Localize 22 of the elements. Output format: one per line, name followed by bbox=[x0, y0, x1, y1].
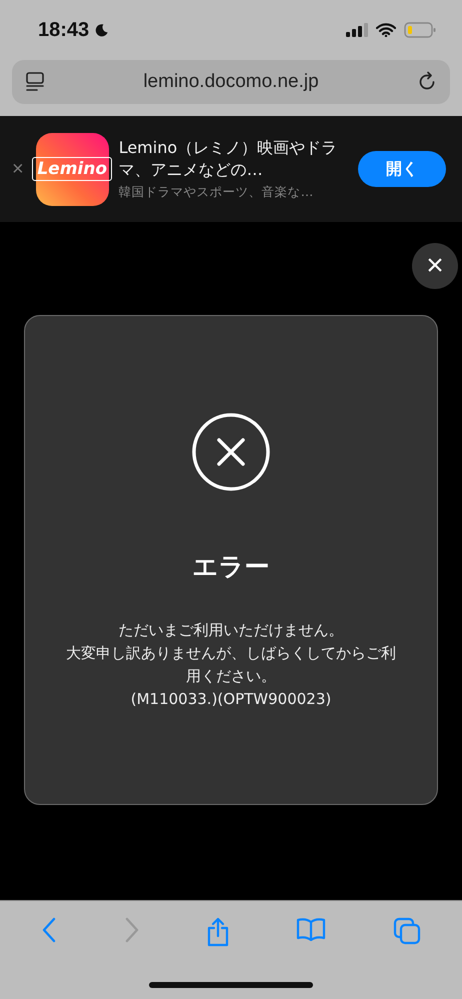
reader-icon[interactable] bbox=[24, 71, 46, 93]
moon-icon bbox=[94, 22, 110, 38]
book-icon[interactable] bbox=[296, 917, 326, 941]
tabs-icon[interactable] bbox=[392, 917, 421, 945]
error-icon bbox=[191, 412, 271, 492]
close-button[interactable]: × bbox=[412, 243, 458, 289]
app-title: Lemino（レミノ）映画やドラマ、アニメなどの… bbox=[118, 137, 338, 181]
close-button[interactable]: × bbox=[10, 158, 26, 180]
app-subtitle: 韓国ドラマやスポーツ、音楽な… bbox=[118, 184, 314, 201]
open-button[interactable]: 開く bbox=[358, 151, 446, 187]
signal-icon bbox=[346, 23, 368, 37]
wifi-icon bbox=[376, 23, 396, 37]
status-time: 18:43 bbox=[38, 18, 90, 42]
dialog-title: エラー bbox=[192, 551, 270, 583]
back-icon[interactable] bbox=[41, 917, 58, 943]
battery-icon bbox=[404, 22, 436, 38]
error-message: (M110033.)(OPTW900023) bbox=[130, 689, 332, 710]
address-bar[interactable]: lemino.docomo.ne.jp bbox=[0, 60, 462, 116]
error-message: 大変申し訳ありませんが、しばらくしてからご利用ください。 bbox=[66, 643, 396, 687]
share-icon[interactable] bbox=[206, 917, 230, 947]
error-message: ただいまご利用いただけません。 bbox=[118, 620, 344, 641]
url-text: lemino.docomo.ne.jp bbox=[142, 71, 320, 93]
